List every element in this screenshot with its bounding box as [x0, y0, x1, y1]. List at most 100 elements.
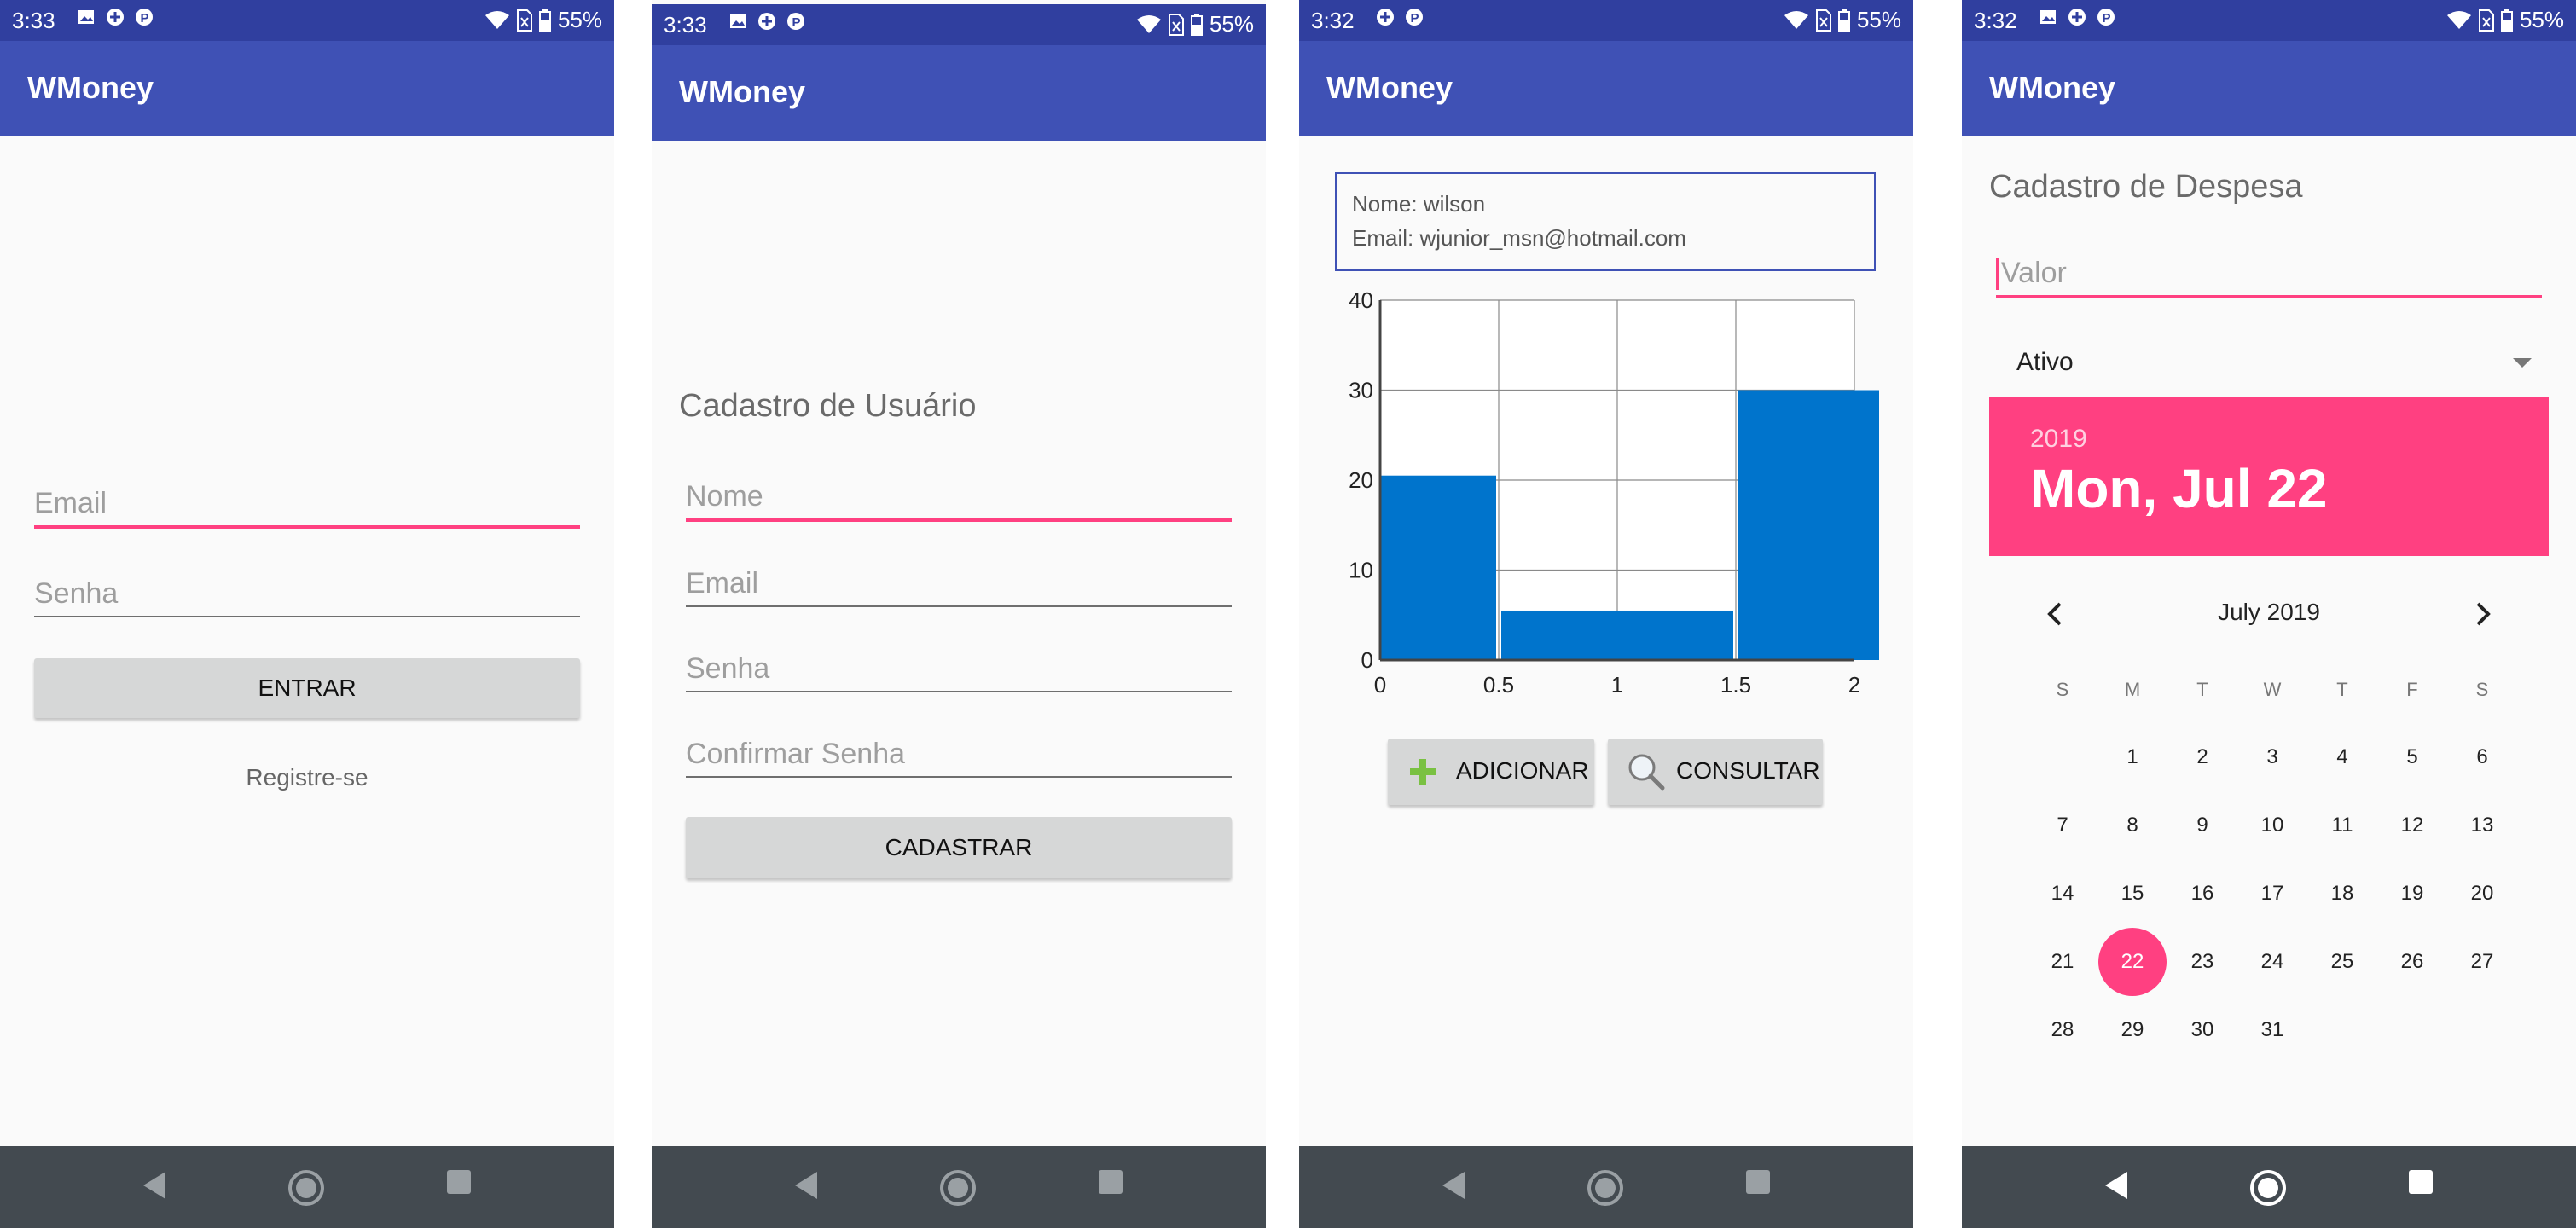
confirm-password-field[interactable]: Confirmar Senha — [686, 728, 1232, 778]
register-link[interactable]: Registre-se — [0, 764, 614, 791]
text-cursor — [1996, 258, 1999, 290]
calendar-day[interactable]: 16 — [2168, 860, 2237, 928]
back-icon[interactable] — [2102, 1168, 2131, 1202]
battery-icon — [2500, 9, 2513, 32]
calendar-day[interactable]: 5 — [2378, 723, 2446, 791]
back-icon[interactable] — [1439, 1168, 1468, 1202]
calendar-weekday-label: W — [2263, 679, 2282, 700]
status-icons-right: 55% — [484, 7, 602, 33]
add-button[interactable]: ADICIONAR — [1388, 739, 1594, 805]
query-button-label: CONSULTAR — [1676, 757, 1820, 784]
calendar-day[interactable]: 21 — [2028, 928, 2097, 996]
back-icon[interactable] — [792, 1168, 821, 1202]
recents-icon[interactable] — [445, 1168, 473, 1196]
chart-x-tick-label: 1.5 — [1720, 672, 1751, 698]
calendar-day[interactable]: 24 — [2238, 928, 2306, 996]
status-time: 3:32 — [1974, 8, 2017, 33]
calendar-day[interactable]: 30 — [2168, 996, 2237, 1064]
value-field[interactable]: Valor — [1996, 247, 2542, 298]
parking-icon: P — [1406, 9, 1423, 26]
svg-text:P: P — [141, 11, 149, 26]
wifi-icon — [1784, 10, 1808, 29]
register-heading: Cadastro de Usuário — [679, 388, 977, 424]
calendar-weekday-label: T — [2336, 679, 2348, 700]
chart-x-tick-label: 0.5 — [1483, 672, 1514, 698]
password-field[interactable]: Senha — [34, 568, 580, 617]
calendar-day-selected[interactable]: 22 — [2098, 928, 2167, 996]
calendar-day[interactable]: 14 — [2028, 860, 2097, 928]
home-icon[interactable] — [287, 1168, 326, 1208]
email-field[interactable]: Email — [34, 478, 580, 529]
dropdown-arrow-icon — [2513, 358, 2532, 368]
svg-text:P: P — [2103, 11, 2111, 26]
password-field[interactable]: Senha — [686, 643, 1232, 692]
calendar-day[interactable]: 25 — [2308, 928, 2376, 996]
status-bar: 3:33 P 55% — [0, 0, 614, 41]
recents-icon[interactable] — [1744, 1168, 1772, 1196]
chart-bar — [1501, 610, 1733, 660]
name-field[interactable]: Nome — [686, 471, 1232, 522]
calendar-day[interactable]: 17 — [2238, 860, 2306, 928]
calendar-weekday-label: T — [2196, 679, 2208, 700]
register-button[interactable]: CADASTRAR — [686, 817, 1232, 878]
calendar-day[interactable]: 12 — [2378, 791, 2446, 860]
expense-heading: Cadastro de Despesa — [1989, 169, 2303, 205]
calendar-day[interactable]: 6 — [2448, 723, 2516, 791]
home-icon[interactable] — [2248, 1168, 2288, 1208]
category-spinner[interactable]: Ativo — [1996, 338, 2542, 389]
app-title: WMoney — [1989, 70, 2115, 105]
chart-y-tick-label: 30 — [1349, 378, 1373, 403]
calendar-day[interactable]: 3 — [2238, 723, 2306, 791]
calendar-day[interactable]: 18 — [2308, 860, 2376, 928]
battery-percent: 55% — [557, 7, 602, 32]
parking-icon: P — [2097, 9, 2115, 26]
status-icons-right: 55% — [1784, 7, 1901, 33]
status-icons-left: P — [2039, 8, 2115, 26]
calendar-day[interactable]: 7 — [2028, 791, 2097, 860]
home-icon[interactable] — [938, 1168, 978, 1208]
status-icons-left: P — [728, 12, 805, 31]
name-placeholder: Nome — [686, 480, 763, 513]
calendar-day[interactable]: 11 — [2308, 791, 2376, 860]
enter-button[interactable]: ENTRAR — [34, 658, 580, 718]
image-icon — [2040, 10, 2056, 24]
query-button[interactable]: CONSULTAR — [1608, 739, 1823, 805]
calendar-day[interactable]: 31 — [2238, 996, 2306, 1064]
calendar-day[interactable]: 9 — [2168, 791, 2237, 860]
recents-icon[interactable] — [2407, 1168, 2434, 1196]
calendar-day[interactable]: 15 — [2098, 860, 2167, 928]
calendar-day[interactable]: 20 — [2448, 860, 2516, 928]
email-field[interactable]: Email — [686, 558, 1232, 607]
calendar-day[interactable]: 13 — [2448, 791, 2516, 860]
calendar-day[interactable]: 27 — [2448, 928, 2516, 996]
calendar-day[interactable]: 19 — [2378, 860, 2446, 928]
nav-bar — [652, 1146, 1266, 1228]
calendar-day[interactable]: 10 — [2238, 791, 2306, 860]
calendar-day[interactable]: 2 — [2168, 723, 2237, 791]
nav-bar — [1962, 1146, 2576, 1228]
recents-icon[interactable] — [1097, 1168, 1124, 1196]
calendar-day[interactable]: 29 — [2098, 996, 2167, 1064]
app-bar: WMoney — [1962, 41, 2576, 136]
battery-icon — [1837, 9, 1850, 32]
chart-x-tick-label: 0 — [1374, 672, 1386, 698]
spinner-selected-value: Ativo — [2016, 348, 2074, 376]
back-icon[interactable] — [140, 1168, 169, 1202]
parking-icon: P — [787, 13, 804, 30]
next-month-icon[interactable] — [2475, 602, 2491, 626]
home-icon[interactable] — [1586, 1168, 1625, 1208]
app-bar: WMoney — [0, 41, 614, 136]
calendar-day[interactable]: 23 — [2168, 928, 2237, 996]
calendar-day[interactable]: 4 — [2308, 723, 2376, 791]
calendar-day[interactable]: 8 — [2098, 791, 2167, 860]
calendar-day[interactable]: 1 — [2098, 723, 2167, 791]
plus-circle-icon — [107, 9, 124, 26]
calendar-weekday-label: S — [2056, 679, 2069, 700]
status-bar: 3:32 P 55% — [1962, 0, 2576, 41]
image-icon — [78, 10, 94, 24]
battery-icon — [538, 9, 551, 32]
chart-x-tick-label: 1 — [1611, 672, 1623, 698]
calendar-day[interactable]: 26 — [2378, 928, 2446, 996]
date-picker-year[interactable]: 2019 — [2030, 425, 2087, 454]
calendar-day[interactable]: 28 — [2028, 996, 2097, 1064]
